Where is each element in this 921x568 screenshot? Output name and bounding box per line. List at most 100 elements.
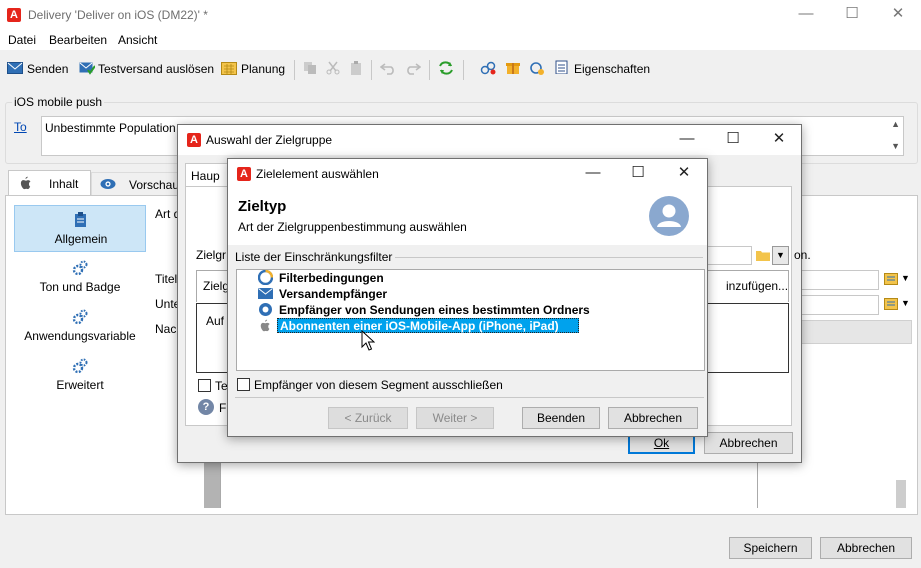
filter-item[interactable]: Versandempfänger <box>279 287 387 301</box>
target-label: Zielgr <box>196 248 227 262</box>
sidebar-item-label: Erweitert <box>56 378 104 392</box>
separator <box>395 257 703 258</box>
sidebar-item-sound[interactable]: Ton und Badge <box>14 258 146 300</box>
toolbar: Senden Testversand auslösen Planung Eige… <box>0 52 921 86</box>
schedule-button[interactable]: Planung <box>241 62 285 76</box>
minimize-icon[interactable]: — <box>583 164 603 181</box>
filter-list: Filterbedingungen Versandempfänger Empfä… <box>236 269 705 371</box>
dropdown-arrow-icon[interactable]: ▼ <box>901 273 910 283</box>
eye-icon <box>100 179 116 189</box>
ok-button-label: Ok <box>653 436 670 450</box>
gift-icon[interactable] <box>505 60 521 74</box>
scroll-up-icon[interactable]: ▲ <box>891 119 900 129</box>
cancel-button-label: Abbrechen <box>836 541 896 555</box>
gears-icon <box>72 260 88 276</box>
send-button[interactable]: Senden <box>27 62 68 76</box>
menu-edit[interactable]: Bearbeiten <box>49 33 107 47</box>
wizard-subheading: Art der Zielgruppenbestimmung auswählen <box>238 220 467 234</box>
target-element-dialog: A Zielelement auswählen — ☐ ✕ Zieltyp Ar… <box>227 158 708 437</box>
refresh-icon[interactable] <box>438 61 454 75</box>
adobe-logo-icon: A <box>7 8 21 22</box>
target-settings-icon[interactable] <box>529 61 545 75</box>
finish-button[interactable]: Beenden <box>522 407 600 429</box>
group-title: iOS mobile push <box>12 95 105 109</box>
message-editor[interactable] <box>220 462 757 508</box>
personalize-icon[interactable] <box>884 297 898 311</box>
filter-list-label: Liste der Einschränkungsfilter <box>235 250 393 264</box>
redo-icon[interactable] <box>405 61 421 75</box>
copy-icon[interactable] <box>302 61 318 75</box>
filter-item[interactable]: Filterbedingungen <box>279 271 384 285</box>
properties-button[interactable]: Eigenschaften <box>574 62 650 76</box>
next-button[interactable]: Weiter > <box>416 407 494 429</box>
dialog1-cancel-label: Abbrechen <box>719 436 778 450</box>
cancel-button[interactable]: Abbrechen <box>820 537 912 559</box>
dialog1-cancel-button[interactable]: Abbrechen <box>704 432 793 454</box>
sidebar-item-general[interactable]: Allgemein <box>14 205 146 252</box>
selected-filter-item[interactable]: Abonnenten einer iOS-Mobile-App (iPhone,… <box>277 318 579 333</box>
apple-icon <box>20 176 31 190</box>
scrollbar[interactable] <box>896 480 906 508</box>
calendar-icon <box>221 62 237 75</box>
target-field[interactable] <box>707 246 752 265</box>
properties-icon[interactable] <box>554 60 570 74</box>
back-button-label: < Zurück <box>344 411 392 425</box>
wizard-header: Zieltyp Art der Zielgruppenbestimmung au… <box>228 189 707 245</box>
clipboard-icon <box>75 212 86 227</box>
close-icon[interactable]: ✕ <box>674 163 694 181</box>
tab-preview-label: Vorschau <box>129 178 180 192</box>
cut-icon[interactable] <box>325 61 341 75</box>
close-icon[interactable]: ✕ <box>769 129 789 147</box>
close-icon[interactable]: ✕ <box>888 4 908 22</box>
title-label: Titel <box>155 272 178 286</box>
gears-icon <box>72 358 88 374</box>
next-button-label: Weiter > <box>432 411 478 425</box>
add-link[interactable]: inzufügen... <box>726 279 788 293</box>
mouse-cursor-icon <box>361 330 375 351</box>
paste-icon[interactable] <box>348 61 364 75</box>
folder-icon[interactable] <box>756 249 770 261</box>
back-button[interactable]: < Zurück <box>328 407 408 429</box>
sidebar-item-advanced[interactable]: Erweitert <box>14 356 146 398</box>
test-checkbox[interactable] <box>198 379 211 392</box>
filter-conditions-icon <box>258 270 273 285</box>
minimize-icon[interactable]: — <box>677 130 697 147</box>
exclude-checkbox[interactable] <box>237 378 250 391</box>
tab-content[interactable]: Inhalt <box>8 170 91 196</box>
help-icon[interactable]: ? <box>198 399 214 415</box>
dialog1-titlebar: A Auswahl der Zielgruppe — ☐ ✕ <box>178 125 801 155</box>
dropdown-arrow-icon[interactable]: ▼ <box>901 298 910 308</box>
maximize-icon[interactable]: ☐ <box>723 129 743 147</box>
tab-content-label: Inhalt <box>49 177 79 191</box>
filter-item-label: Abonnenten einer iOS-Mobile-App (iPhone,… <box>280 319 559 333</box>
tab-main-label: Haup <box>191 169 220 183</box>
to-link[interactable]: To <box>14 120 27 134</box>
main-titlebar: A Delivery 'Deliver on iOS (DM22)' * — ☐… <box>0 0 921 30</box>
user-avatar-icon <box>649 196 689 236</box>
save-button[interactable]: Speichern <box>729 537 812 559</box>
target-dropdown-icon[interactable]: ▼ <box>772 246 789 265</box>
scroll-down-icon[interactable]: ▼ <box>891 141 900 151</box>
proof-button[interactable]: Testversand auslösen <box>98 62 214 76</box>
adobe-logo-icon: A <box>187 133 201 147</box>
filter-item[interactable]: Empfänger von Sendungen eines bestimmten… <box>279 303 590 317</box>
undo-icon[interactable] <box>380 61 396 75</box>
help-label: F <box>219 401 227 415</box>
menu-file[interactable]: Datei <box>8 33 36 47</box>
dialog2-cancel-button[interactable]: Abbrechen <box>608 407 698 429</box>
sidebar-item-app-variable[interactable]: Anwendungsvariable <box>14 307 146 349</box>
gears-icon <box>72 309 88 325</box>
suffix-text: on. <box>794 248 811 262</box>
maximize-icon[interactable]: ☐ <box>628 163 648 181</box>
menu-view[interactable]: Ansicht <box>118 33 157 47</box>
personalize-icon[interactable] <box>884 272 898 286</box>
link-icon[interactable] <box>480 61 496 75</box>
maximize-icon[interactable]: ☐ <box>842 4 862 22</box>
tab-preview[interactable]: Vorschau <box>91 172 181 196</box>
sidebar-item-label: Ton und Badge <box>39 280 121 294</box>
to-value: Unbestimmte Population <box>45 121 176 135</box>
minimize-icon[interactable]: — <box>796 5 816 22</box>
recipients-icon <box>258 288 273 299</box>
exclude-label: Empfänger von diesem Segment ausschließe… <box>254 378 503 392</box>
editor-gutter <box>204 462 220 508</box>
